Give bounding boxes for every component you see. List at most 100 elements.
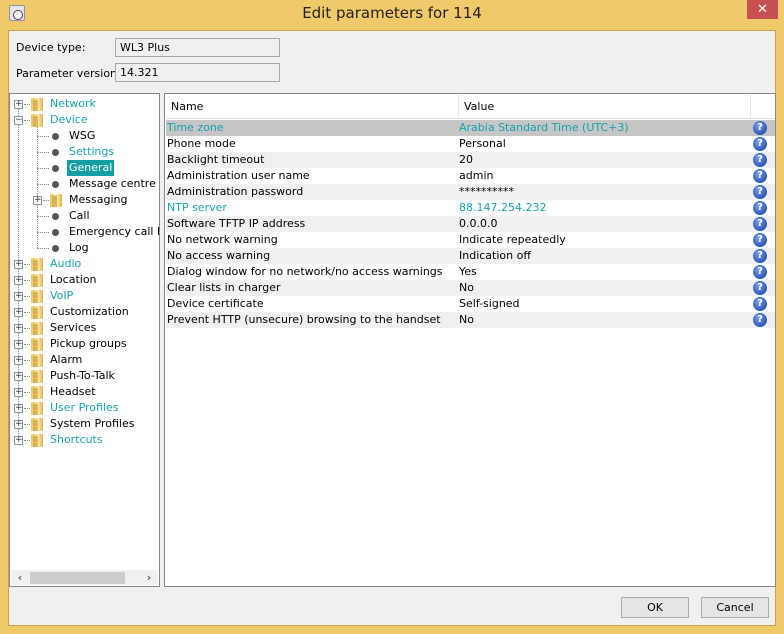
expand-icon[interactable]: +: [14, 388, 23, 397]
help-icon[interactable]: ?: [753, 233, 767, 247]
tree-item[interactable]: + VoIP: [10, 288, 159, 304]
parameter-value[interactable]: No: [459, 312, 474, 328]
help-icon[interactable]: ?: [753, 265, 767, 279]
expand-icon[interactable]: +: [14, 340, 23, 349]
table-row[interactable]: Dialog window for no network/no access w…: [166, 264, 775, 280]
table-row[interactable]: NTP server 88.147.254.232?: [166, 200, 775, 216]
tree-item[interactable]: Call: [10, 208, 159, 224]
tree-item[interactable]: + Push-To-Talk: [10, 368, 159, 384]
help-icon[interactable]: ?: [753, 249, 767, 263]
table-row[interactable]: Time zone Arabia Standard Time (UTC+3)?: [166, 120, 775, 136]
help-icon[interactable]: ?: [753, 313, 767, 327]
category-tree[interactable]: ‹ › + Network − Device WSG Settings General Mes…: [9, 93, 160, 587]
tree-item[interactable]: + Pickup groups: [10, 336, 159, 352]
help-icon[interactable]: ?: [753, 201, 767, 215]
help-icon[interactable]: ?: [753, 121, 767, 135]
expand-icon[interactable]: +: [14, 292, 23, 301]
cancel-button[interactable]: Cancel: [701, 597, 769, 618]
tree-item[interactable]: + User Profiles: [10, 400, 159, 416]
table-row[interactable]: Device certificate Self-signed?: [166, 296, 775, 312]
help-icon[interactable]: ?: [753, 169, 767, 183]
tree-item[interactable]: + Shortcuts: [10, 432, 159, 448]
close-button[interactable]: ✕: [747, 0, 778, 19]
tree-item[interactable]: + System Profiles: [10, 416, 159, 432]
tree-item[interactable]: Emergency call Num: [10, 224, 159, 240]
tree-connector: [24, 408, 30, 409]
tree-item-label: Push-To-Talk: [50, 369, 115, 382]
tree-connector: [24, 264, 30, 265]
table-row[interactable]: Clear lists in charger No?: [166, 280, 775, 296]
parameter-value[interactable]: 0.0.0.0: [459, 216, 497, 232]
tree-item[interactable]: + Network: [10, 96, 159, 112]
parameter-value[interactable]: 88.147.254.232: [459, 200, 546, 216]
column-header-name[interactable]: Name: [166, 95, 459, 119]
expand-icon[interactable]: +: [14, 356, 23, 365]
help-icon[interactable]: ?: [753, 137, 767, 151]
tree-item-label: Call: [69, 209, 90, 222]
tree-connector: [37, 248, 49, 249]
expand-icon[interactable]: +: [14, 324, 23, 333]
scroll-right-arrow-icon[interactable]: ›: [142, 570, 156, 585]
parameter-value[interactable]: admin: [459, 168, 493, 184]
expand-icon[interactable]: +: [14, 404, 23, 413]
expand-icon[interactable]: +: [14, 260, 23, 269]
tree-item[interactable]: + Messaging: [10, 192, 159, 208]
parameter-value[interactable]: Indicate repeatedly: [459, 232, 566, 248]
parameter-name: Clear lists in charger: [167, 281, 281, 294]
ok-button[interactable]: OK: [621, 597, 689, 618]
expand-icon[interactable]: +: [14, 100, 23, 109]
expand-icon[interactable]: +: [14, 308, 23, 317]
help-icon[interactable]: ?: [753, 281, 767, 295]
help-icon[interactable]: ?: [753, 153, 767, 167]
tree-item[interactable]: + Location: [10, 272, 159, 288]
help-icon[interactable]: ?: [753, 185, 767, 199]
table-row[interactable]: No access warning Indication off?: [166, 248, 775, 264]
tree-item[interactable]: + Customization: [10, 304, 159, 320]
help-icon[interactable]: ?: [753, 297, 767, 311]
help-icon[interactable]: ?: [753, 217, 767, 231]
parameter-value[interactable]: 20: [459, 152, 473, 168]
tree-item[interactable]: WSG: [10, 128, 159, 144]
parameter-node-icon: [52, 181, 59, 188]
parameter-value[interactable]: Yes: [459, 264, 477, 280]
scrollbar-thumb[interactable]: [30, 572, 125, 584]
expand-icon[interactable]: +: [14, 276, 23, 285]
collapse-icon[interactable]: −: [14, 116, 23, 125]
tree-item[interactable]: Settings: [10, 144, 159, 160]
tree-item[interactable]: + Headset: [10, 384, 159, 400]
folder-icon: [50, 193, 64, 207]
tree-item[interactable]: Log: [10, 240, 159, 256]
expand-icon[interactable]: +: [14, 420, 23, 429]
table-row[interactable]: Software TFTP IP address 0.0.0.0?: [166, 216, 775, 232]
parameter-value[interactable]: No: [459, 280, 474, 296]
title-bar[interactable]: Edit parameters for 114 ✕: [0, 0, 784, 30]
tree-item[interactable]: + Alarm: [10, 352, 159, 368]
parameter-value[interactable]: **********: [459, 184, 514, 200]
parameter-value[interactable]: Arabia Standard Time (UTC+3): [459, 120, 629, 136]
table-row[interactable]: Prevent HTTP (unsecure) browsing to the …: [166, 312, 775, 328]
tree-connector: [37, 152, 49, 153]
expand-icon[interactable]: +: [14, 436, 23, 445]
tree-horizontal-scrollbar[interactable]: ‹ ›: [11, 570, 158, 585]
table-row[interactable]: Backlight timeout 20?: [166, 152, 775, 168]
parameter-value[interactable]: Indication off: [459, 248, 531, 264]
expand-icon[interactable]: +: [14, 372, 23, 381]
parameter-value[interactable]: Personal: [459, 136, 506, 152]
table-row[interactable]: Phone mode Personal?: [166, 136, 775, 152]
tree-item[interactable]: + Audio: [10, 256, 159, 272]
folder-icon: [31, 273, 45, 287]
tree-item[interactable]: + Services: [10, 320, 159, 336]
tree-item[interactable]: − Device: [10, 112, 159, 128]
tree-item[interactable]: Message centre: [10, 176, 159, 192]
tree-item-label: VoIP: [50, 289, 74, 302]
edit-parameters-window: Edit parameters for 114 ✕ Device type: W…: [0, 0, 784, 634]
parameter-value[interactable]: Self-signed: [459, 296, 520, 312]
column-header-value[interactable]: Value: [459, 95, 751, 119]
scroll-left-arrow-icon[interactable]: ‹: [13, 570, 27, 585]
table-row[interactable]: Administration user name admin?: [166, 168, 775, 184]
tree-connector: [24, 344, 30, 345]
expand-icon[interactable]: +: [33, 196, 42, 205]
tree-item[interactable]: General: [10, 160, 159, 176]
table-row[interactable]: No network warning Indicate repeatedly?: [166, 232, 775, 248]
table-row[interactable]: Administration password **********?: [166, 184, 775, 200]
